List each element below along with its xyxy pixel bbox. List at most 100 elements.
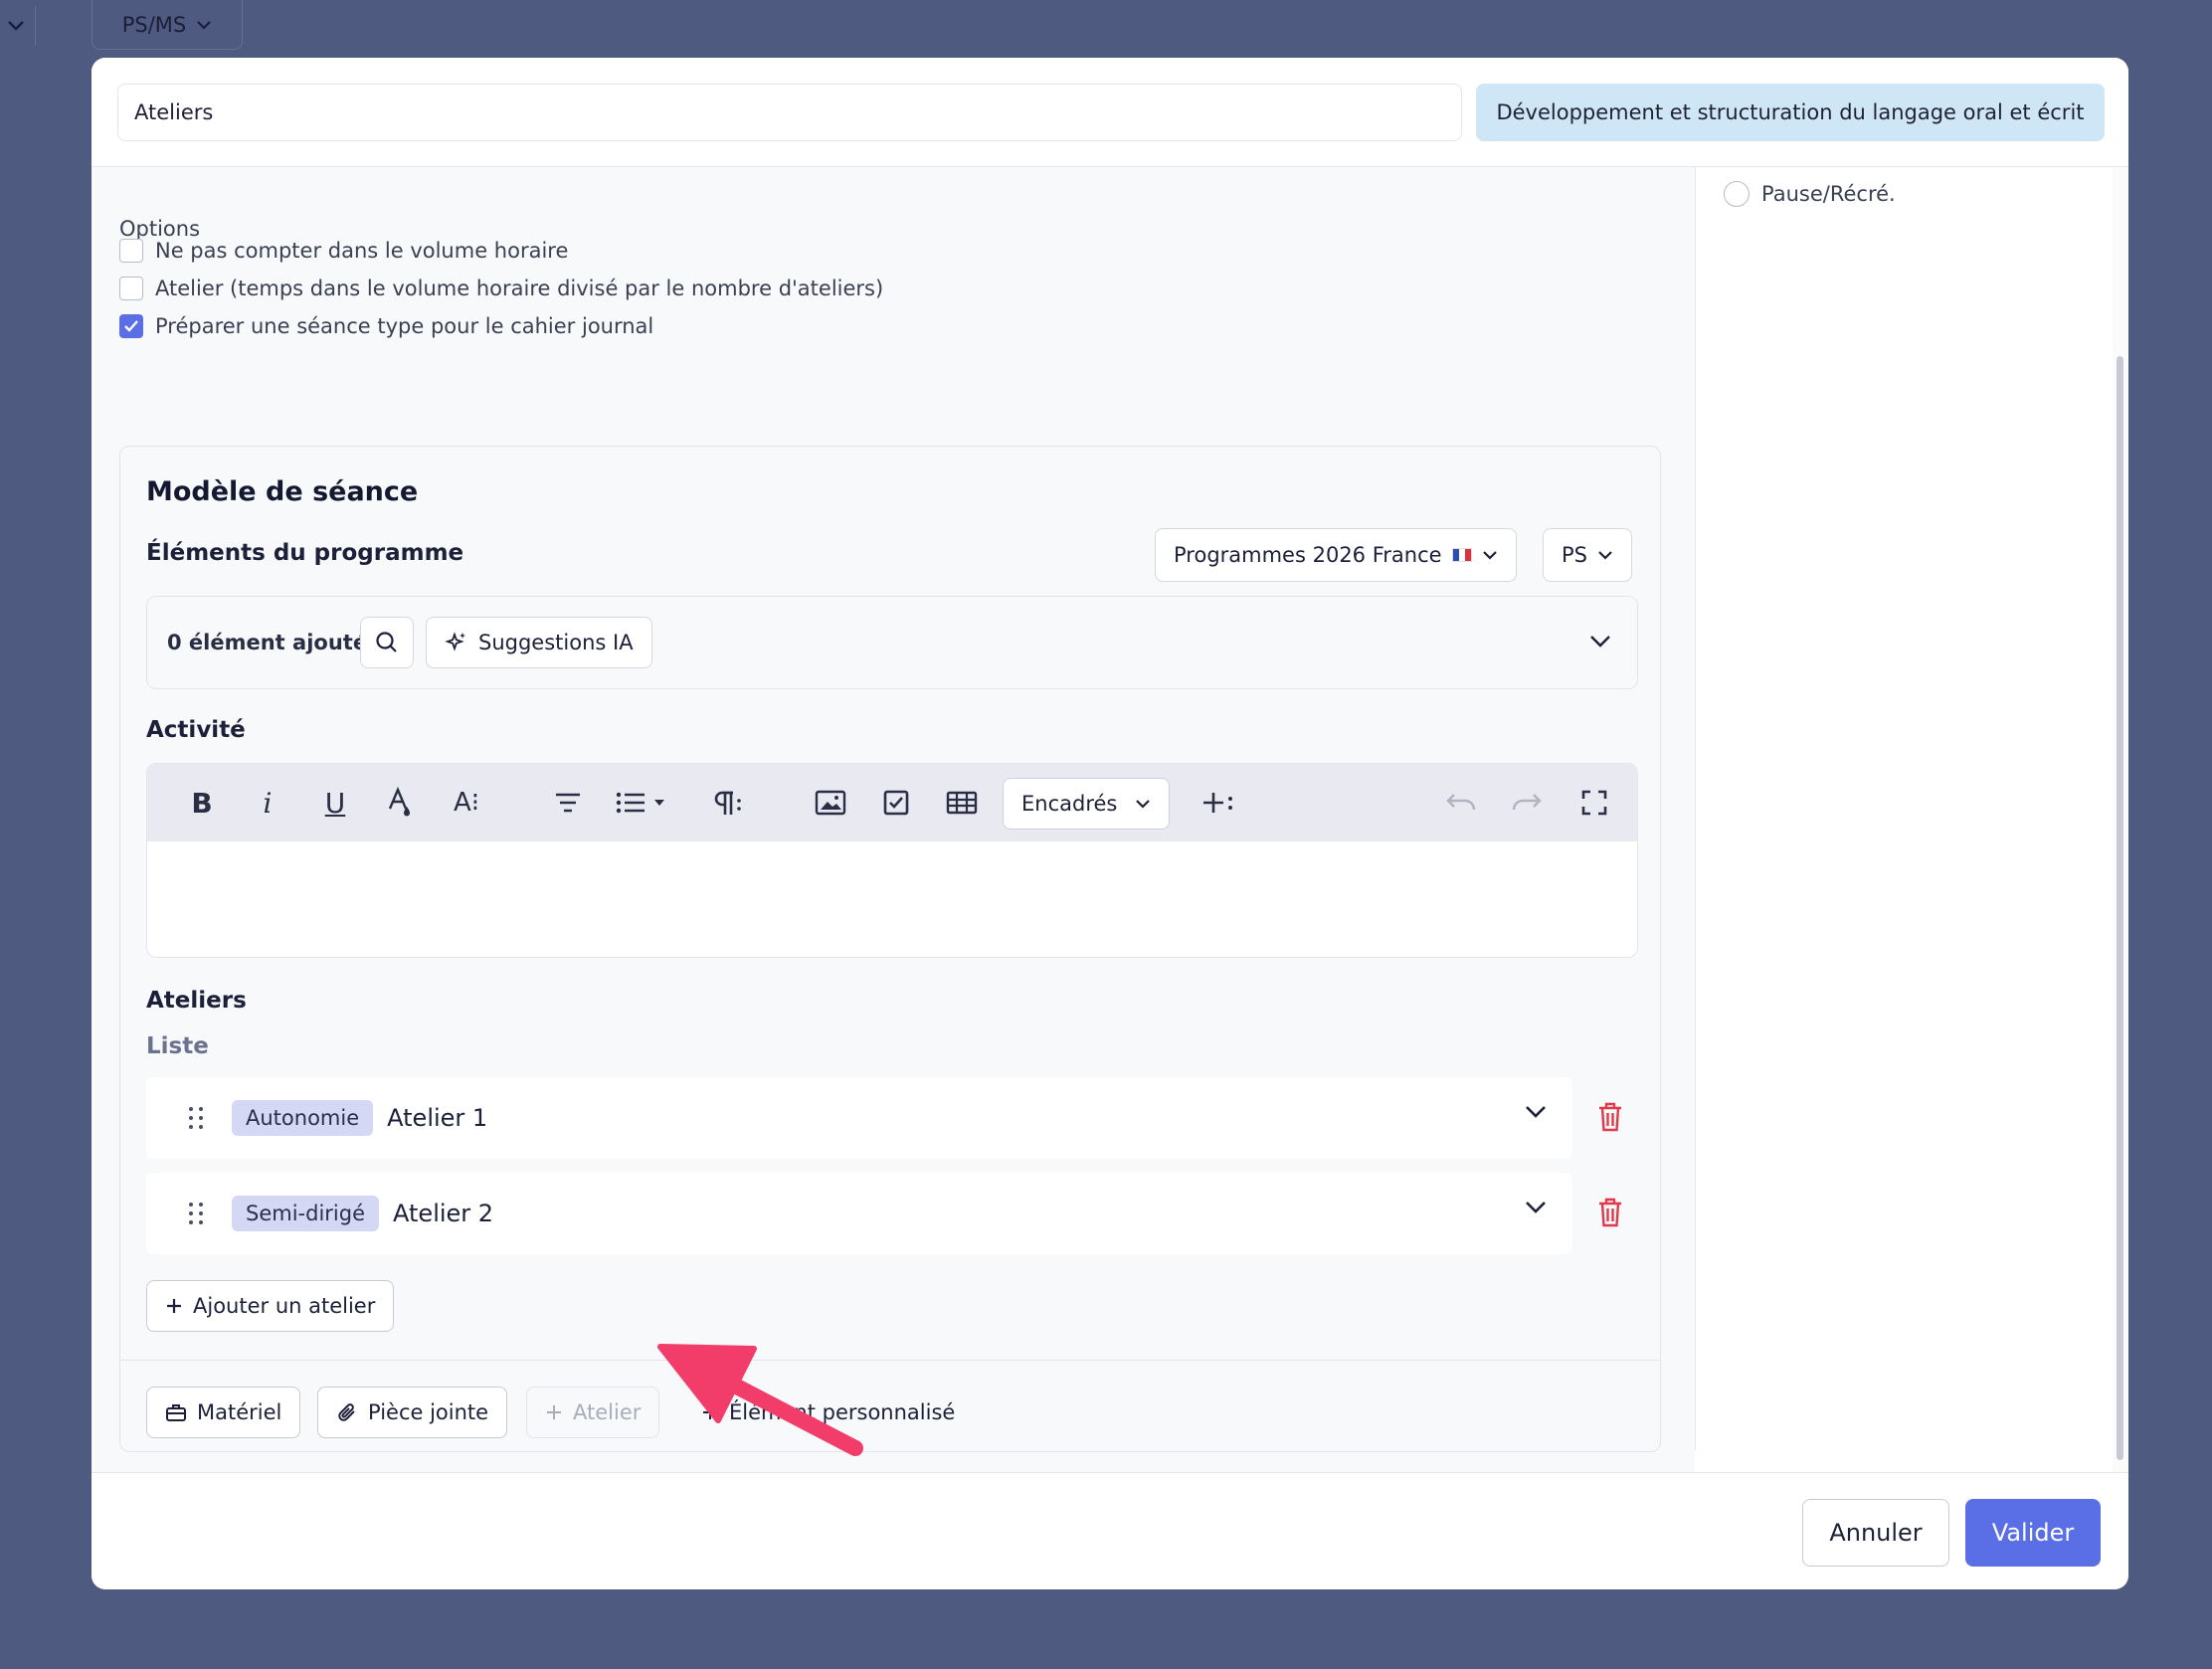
checkbox-icon [883, 790, 909, 816]
level-dropdown[interactable]: PS/MS [92, 0, 243, 50]
ai-suggestions-label: Suggestions IA [478, 631, 634, 654]
add-atelier-label: Ajouter un atelier [193, 1294, 376, 1318]
option-label: Atelier (temps dans le volume horaire di… [155, 277, 884, 300]
category-radio-pause[interactable]: Pause/Récré. [1724, 181, 1896, 207]
option-label: Préparer une séance type pour le cahier … [155, 314, 654, 338]
ateliers-heading: Ateliers [146, 988, 247, 1014]
annotation-arrow-icon [657, 1344, 863, 1456]
briefcase-icon [166, 1404, 186, 1421]
category-sidebar: Pause/Récré. [1695, 167, 2113, 1450]
chevron-down-icon [197, 20, 212, 30]
text-color-button[interactable] [382, 784, 420, 822]
ai-suggestions-button[interactable]: Suggestions IA [426, 617, 652, 668]
underline-button[interactable]: U [316, 784, 354, 822]
undo-icon [1446, 794, 1476, 811]
insert-image-button[interactable] [812, 784, 849, 822]
paperclip-icon [338, 1403, 355, 1421]
trash-icon[interactable] [1596, 1197, 1624, 1228]
insert-table-button[interactable] [943, 784, 981, 822]
option-exclude-hours[interactable]: Ne pas compter dans le volume horaire [119, 239, 568, 263]
option-atelier-split[interactable]: Atelier (temps dans le volume horaire di… [119, 277, 883, 300]
fullscreen-button[interactable] [1575, 784, 1613, 822]
paragraph-icon [714, 791, 741, 815]
align-button[interactable] [549, 784, 587, 822]
insert-checkbox-button[interactable] [877, 784, 915, 822]
atelier-name: Atelier 1 [387, 1104, 488, 1132]
checkbox-checked[interactable] [119, 314, 143, 338]
image-icon [815, 790, 846, 816]
background-toolbar: PS/MS [0, 0, 2212, 52]
bold-button[interactable]: B [183, 784, 221, 822]
plus-icon [1203, 793, 1232, 813]
check-icon [124, 320, 138, 332]
fullscreen-icon [1581, 790, 1607, 816]
materiel-label: Matériel [197, 1400, 282, 1424]
submit-button[interactable]: Valider [1965, 1499, 2101, 1567]
chevron-down-icon [1598, 551, 1612, 560]
program-select[interactable]: Programmes 2026 France [1155, 528, 1517, 582]
option-prepare-template[interactable]: Préparer une séance type pour le cahier … [119, 314, 653, 338]
atelier-name: Atelier 2 [393, 1200, 494, 1227]
modal-main-panel: Options Ne pas compter dans le volume ho… [92, 167, 1695, 1472]
table-icon [946, 791, 978, 815]
activity-editor: B i U A⁝ Encadrés [146, 763, 1638, 958]
trash-icon[interactable] [1596, 1101, 1624, 1133]
callouts-dropdown[interactable]: Encadrés [1003, 778, 1171, 830]
level-select-label: PS [1562, 543, 1587, 567]
drag-handle-icon[interactable] [186, 1105, 206, 1131]
atelier-row[interactable]: Semi-dirigé Atelier 2 [146, 1173, 1572, 1254]
italic-button[interactable]: i [249, 784, 286, 822]
attachment-label: Pièce jointe [368, 1400, 489, 1424]
attachment-button[interactable]: Pièce jointe [317, 1387, 508, 1438]
program-heading: Éléments du programme [146, 540, 464, 566]
cancel-button[interactable]: Annuler [1802, 1499, 1949, 1567]
search-button[interactable] [360, 617, 414, 668]
search-icon [376, 632, 397, 652]
plus-icon [167, 1299, 181, 1313]
program-elements-panel: 0 élément ajouté Suggestions IA [146, 596, 1638, 689]
added-count: 0 élément ajouté [167, 631, 368, 654]
editor-content[interactable] [147, 841, 1637, 957]
checkbox[interactable] [119, 277, 143, 300]
plus-icon [547, 1405, 561, 1419]
chevron-down-icon[interactable] [1525, 1201, 1547, 1214]
add-atelier-button[interactable]: Ajouter un atelier [146, 1280, 395, 1332]
session-title-input[interactable] [117, 84, 1462, 141]
domain-badge[interactable]: Développement et structuration du langag… [1476, 84, 2105, 141]
france-flag-icon [1451, 548, 1472, 562]
checkbox[interactable] [119, 239, 143, 263]
modal-scrollbar[interactable] [2113, 167, 2128, 1472]
list-button[interactable] [615, 784, 666, 822]
radio-label: Pause/Récré. [1761, 182, 1896, 206]
paragraph-button[interactable] [708, 784, 746, 822]
chevron-down-icon [7, 21, 24, 31]
modal-footer: Annuler Valider [92, 1472, 2128, 1589]
add-atelier-disabled-button[interactable]: Atelier [526, 1387, 660, 1438]
text-color-icon [388, 787, 410, 817]
atelier-row[interactable]: Autonomie Atelier 1 [146, 1077, 1572, 1159]
level-select[interactable]: PS [1543, 528, 1632, 582]
background-chevron-button[interactable] [0, 6, 36, 46]
drag-handle-icon[interactable] [186, 1201, 206, 1226]
scrollbar-thumb[interactable] [2117, 356, 2123, 1460]
modal-header: Développement et structuration du langag… [92, 58, 2128, 167]
bulleted-list-icon [616, 792, 664, 814]
radio-button[interactable] [1724, 181, 1750, 207]
program-select-label: Programmes 2026 France [1174, 543, 1442, 567]
chevron-down-icon [1136, 800, 1151, 809]
font-size-button[interactable]: A⁝ [448, 784, 485, 822]
template-footer: Matériel Pièce jointe Atelier Élément pe… [120, 1360, 1660, 1451]
chevron-down-icon[interactable] [1589, 635, 1611, 649]
materiel-button[interactable]: Matériel [146, 1387, 301, 1438]
activity-heading: Activité [146, 717, 246, 743]
chevron-down-icon[interactable] [1525, 1105, 1547, 1119]
redo-icon [1512, 794, 1542, 811]
redo-button[interactable] [1508, 784, 1546, 822]
callouts-label: Encadrés [1021, 792, 1118, 816]
align-center-icon [556, 793, 580, 813]
insert-more-button[interactable] [1199, 784, 1237, 822]
undo-button[interactable] [1442, 784, 1480, 822]
level-dropdown-label: PS/MS [121, 12, 187, 37]
list-heading: Liste [146, 1033, 209, 1059]
template-title: Modèle de séance [146, 476, 419, 507]
